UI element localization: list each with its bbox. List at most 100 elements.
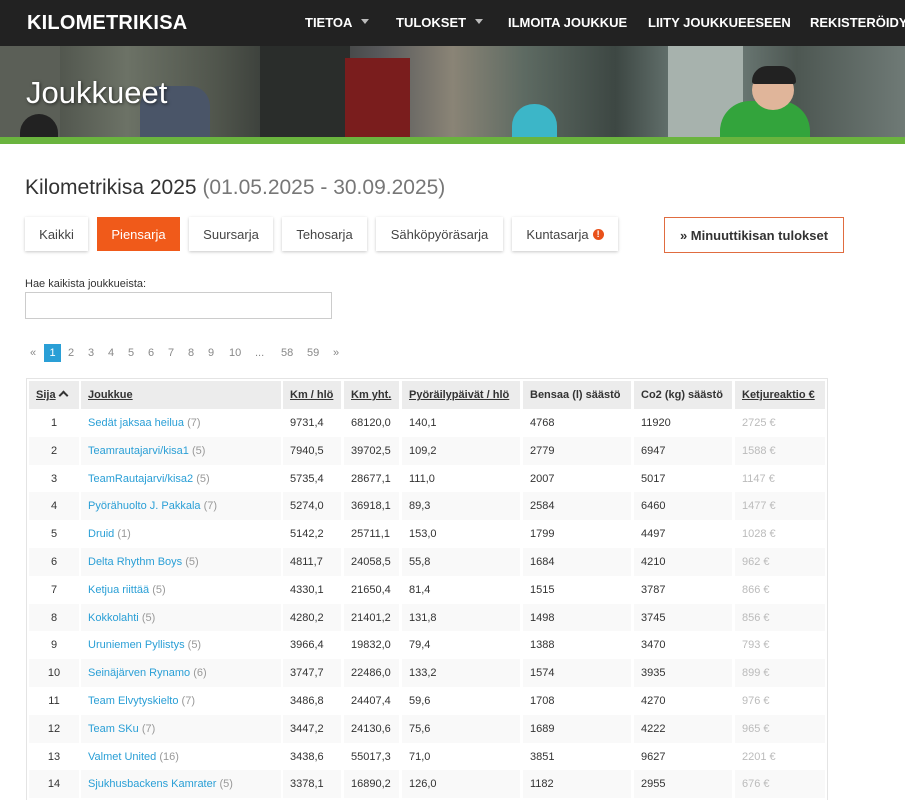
cell-co2: 3745 [634,603,732,632]
cell-days: 81,4 [402,575,520,604]
nav-liity-joukkueeseen[interactable]: LIITY JOUKKUEESEEN [648,15,791,30]
team-link[interactable]: Sjukhusbackens Kamrater [88,778,216,790]
cell-chain-value: 866 € [742,583,770,596]
chevron-down-icon [475,19,484,24]
table-row: 3 TeamRautajarvi/kisa2 (5) 5735,4 28677,1 11… [27,464,827,493]
cell-fuel-value: 1799 [530,528,555,541]
cell-rank: 2 [29,436,79,465]
cell-rank: 4 [29,492,79,521]
cell-fuel: 2584 [523,492,631,521]
team-link[interactable]: Valmet United [88,751,156,763]
col-header-pyorailypaivat[interactable]: Pyöräilypäivät / hlö [402,381,520,409]
tab-sahkopyorasarja[interactable]: Sähköpyöräsarja [376,217,503,251]
cell-days-value: 55,8 [409,556,431,568]
cell-rank-value: 2 [50,444,58,457]
pagination-next[interactable]: » [333,344,339,362]
table-row: 14 Sjukhusbackens Kamrater (5) 3378,1 16890… [27,770,827,799]
nav-ilmoita-joukkue[interactable]: ILMOITA JOUKKUE [508,15,627,30]
cell-days: 109,2 [402,436,520,465]
team-member-count: (5) [185,556,199,568]
cell-fuel-value: 2007 [530,472,555,485]
minute-results-button[interactable]: » Minuuttikisan tulokset [664,217,844,253]
cell-km-person: 4811,7 [283,548,341,576]
cell-chain-value: 1477 € [742,500,776,513]
col-header-joukkue[interactable]: Joukkue [81,381,281,409]
cell-days-value: 59,6 [409,695,431,707]
cell-km-total: 21650,4 [344,575,399,604]
team-link[interactable]: Ketjua riittää [88,584,149,596]
team-link[interactable]: Teamrautajarvi/kisa1 [88,445,189,457]
cell-chain-value: 962 € [742,556,770,568]
cell-rank-value: 12 [47,722,61,735]
pagination-page-6[interactable]: 6 [148,344,154,362]
banner-helmet-shape [512,104,557,137]
col-header-km-yht[interactable]: Km yht. [344,381,399,409]
col-header-ketjureaktio[interactable]: Ketjureaktio € [735,381,825,409]
team-member-count: (7) [141,722,156,735]
team-link[interactable]: Delta Rhythm Boys [88,556,182,568]
cell-km-person: 3447,2 [283,714,341,743]
cell-fuel-value: 1708 [530,695,555,707]
cell-km-total-value: 55017,3 [351,750,391,763]
page-title: Joukkueet [26,75,168,110]
pagination-page-8[interactable]: 8 [188,344,194,362]
cell-co2-value: 3470 [641,639,666,652]
cell-co2: 11920 [634,409,732,437]
nav-tietoa[interactable]: TIETOA [305,15,370,30]
team-link[interactable]: Seinäjärven Rynamo [88,667,190,679]
pagination-page-58[interactable]: 58 [281,344,293,362]
col-header-sija[interactable]: Sija [29,381,79,409]
team-link[interactable]: Team Elvytyskielto [88,695,178,707]
pagination-page-4[interactable]: 4 [108,344,114,362]
nav-tietoa-label: TIETOA [305,15,353,30]
pagination-page-10[interactable]: 10 [229,344,241,362]
team-link[interactable]: Sedät jaksaa heilua [88,417,184,429]
pagination-page-5[interactable]: 5 [128,344,134,362]
pagination-page-3[interactable]: 3 [88,344,94,362]
cell-co2-value: 3745 [641,611,666,624]
pagination-prev[interactable]: « [30,344,36,362]
team-link[interactable]: Druid [88,528,114,540]
brand-logo[interactable]: KILOMETRIKISA [27,12,187,35]
table-row: 8 Kokkolahti (5) 4280,2 21401,2 131,8 1498 374… [27,603,827,632]
col-header-km-hlo[interactable]: Km / hlö [283,381,341,409]
cell-co2-value: 4222 [641,722,666,735]
pagination-page-7[interactable]: 7 [168,344,174,362]
team-link[interactable]: Kokkolahti [88,612,139,624]
col-header-joukkue-label: Joukkue [88,389,133,401]
cell-rank-value: 13 [47,750,61,763]
cell-days-value: 75,6 [409,722,431,735]
tab-tehosarja[interactable]: Tehosarja [282,217,367,251]
nav-rekisteroidy[interactable]: REKISTERÖIDY [810,15,905,30]
pagination-page-59[interactable]: 59 [307,344,319,362]
cell-fuel-value: 1684 [530,556,555,568]
cell-days: 79,4 [402,631,520,660]
cell-km-person-value: 9731,4 [290,417,324,429]
cell-team: Druid (1) [81,520,281,549]
cell-co2: 2955 [634,770,732,799]
tab-kuntasarja[interactable]: Kuntasarja! [512,217,618,251]
cell-team: Kokkolahti (5) [81,603,281,632]
cell-fuel-value: 1498 [530,611,555,624]
banner-photo-block [260,46,350,137]
pagination-page-2[interactable]: 2 [68,344,74,362]
team-link[interactable]: TeamRautajarvi/kisa2 [88,473,193,485]
team-link[interactable]: Pyörähuolto J. Pakkala [88,500,201,512]
tab-piensarja[interactable]: Piensarja [97,217,180,251]
team-link[interactable]: Uruniemen Pyllistys [88,639,185,651]
tab-suursarja[interactable]: Suursarja [189,217,273,251]
cell-km-person-value: 4330,1 [290,583,324,596]
cell-km-person: 3966,4 [283,631,341,660]
team-search-input[interactable] [25,292,332,319]
nav-tulokset[interactable]: TULOKSET [396,15,484,30]
cell-days-value: 71,0 [409,750,431,763]
team-link[interactable]: Team SKu [88,723,139,735]
cell-chain: 1588 € [735,436,825,465]
table-row: 11 Team Elvytyskielto (7) 3486,8 24407,4 59,… [27,687,827,715]
team-member-count: (5) [191,444,206,457]
tab-kaikki[interactable]: Kaikki [25,217,88,251]
cell-km-person: 5142,2 [283,520,341,549]
pagination-page-1[interactable]: 1 [44,344,61,362]
team-member-count: (1) [117,528,131,541]
pagination-page-9[interactable]: 9 [208,344,214,362]
